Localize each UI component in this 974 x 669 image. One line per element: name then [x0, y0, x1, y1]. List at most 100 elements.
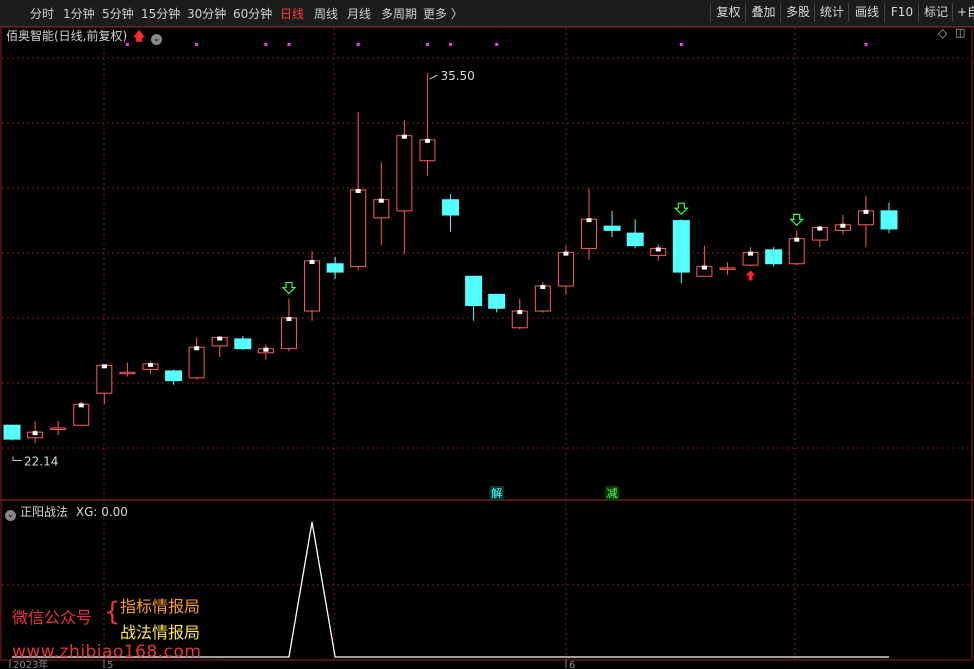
period-tab-10[interactable]: 更多 〉	[423, 5, 463, 22]
candle-body-23	[534, 285, 551, 312]
close-marker-9	[217, 336, 223, 341]
low-pointer	[12, 456, 22, 462]
toolbar-button-0[interactable]: 复权	[710, 3, 746, 22]
period-toolbar: 分时 1分钟 5分钟 15分钟 30分钟 60分钟 日线 周线 月线 多周期 更多 〉 复权 叠加 多股统…	[0, 0, 974, 27]
candle-body-2	[50, 427, 67, 430]
period-tab-5[interactable]: 60分钟	[233, 5, 272, 22]
toolbar-button-6[interactable]: 标记	[918, 3, 953, 22]
candle-body-5	[119, 371, 136, 375]
main-panel-border	[0, 26, 973, 501]
close-marker-36	[840, 223, 846, 228]
close-marker-24	[563, 251, 569, 256]
period-tab-9[interactable]: 多周期	[381, 5, 417, 22]
period-tab-8[interactable]: 月线	[347, 5, 371, 22]
close-marker-16	[378, 198, 384, 203]
candle-body-15	[350, 189, 367, 268]
diamond-icon[interactable]: ◇	[938, 26, 947, 40]
close-marker-22	[517, 310, 523, 315]
toolbar-button-3[interactable]: 统计	[814, 3, 849, 22]
dropdown-icon[interactable]: ⌄	[151, 34, 163, 45]
stock-title: 佰奥智能(日线,前复权)	[6, 29, 128, 43]
period-tab-1[interactable]: 1分钟	[63, 5, 95, 22]
dot-marker-9	[864, 43, 868, 46]
signal-down-arrow-0	[281, 281, 297, 295]
watermark-brace: {	[104, 597, 121, 627]
dot-marker-1	[195, 43, 199, 46]
close-marker-1	[32, 431, 38, 436]
toolbar-button-7[interactable]: +自	[952, 3, 974, 22]
dot-marker-5	[425, 43, 429, 46]
close-marker-34	[794, 237, 800, 242]
rights-up-icon[interactable]: 🡅	[133, 29, 145, 43]
watermark-line1: 指标情报局	[120, 597, 201, 616]
close-marker-13	[309, 259, 315, 264]
dot-marker-6	[449, 43, 453, 46]
close-marker-35	[817, 226, 823, 231]
toolbar-button-2[interactable]: 多股	[780, 3, 815, 22]
candle-body-13	[304, 260, 321, 312]
candle-body-17	[396, 135, 413, 212]
candle-body-25	[581, 218, 597, 249]
candle-body-31	[719, 267, 736, 270]
candle-body-12	[280, 317, 297, 350]
candle-body-38	[880, 210, 898, 230]
indicator-name: 正阳战法	[20, 505, 69, 519]
candle-body-14	[326, 263, 344, 273]
candle-body-3	[73, 403, 90, 426]
signal-down-arrow-2	[789, 213, 805, 227]
period-tab-0[interactable]: 分时	[30, 5, 54, 22]
watermark-line2: 战法情报局	[120, 623, 201, 642]
candle-body-33	[765, 249, 783, 265]
close-marker-37	[863, 209, 869, 214]
event-marker-0: 解	[491, 486, 502, 500]
close-marker-30	[701, 265, 707, 270]
toolbar-button-4[interactable]: 画线	[848, 3, 885, 22]
close-marker-12	[286, 317, 292, 322]
watermark-url: www.zhibiao168.com	[12, 642, 202, 662]
period-tab-4[interactable]: 30分钟	[187, 5, 226, 22]
candlestick-chart: 35.5022.14解 减2023年 5 6	[0, 26, 974, 669]
candle-body-19	[442, 199, 460, 216]
candle-body-34	[788, 238, 805, 265]
period-tab-6[interactable]: 日线	[280, 5, 304, 22]
watermark-wechat: 微信公众号	[12, 608, 93, 627]
signal-down-arrow-1	[673, 202, 689, 216]
indicator-value: XG: 0.00	[75, 505, 128, 519]
close-marker-8	[194, 346, 200, 351]
toolbar-button-5[interactable]: F10	[884, 3, 919, 22]
dot-marker-2	[264, 43, 268, 46]
close-marker-23	[540, 285, 546, 290]
dot-marker-7	[495, 43, 499, 46]
dot-marker-4	[356, 43, 360, 46]
candle-body-24	[557, 252, 574, 287]
period-tab-2[interactable]: 5分钟	[102, 5, 134, 22]
dot-marker-8	[679, 43, 683, 46]
close-marker-3	[78, 403, 84, 408]
candle-body-4	[96, 364, 113, 394]
close-marker-18	[424, 138, 430, 143]
high-pointer	[429, 74, 438, 80]
close-marker-15	[355, 188, 361, 193]
candle-body-20	[465, 275, 483, 306]
indicator-dropdown-icon[interactable]: ⌄	[5, 510, 16, 521]
low-price-label: 22.14	[24, 455, 58, 469]
stock-title-group: 佰奥智能(日线,前复权) 🡅 ⌄	[6, 27, 163, 48]
event-marker-1: 减	[607, 487, 618, 500]
period-tab-3[interactable]: 15分钟	[141, 5, 180, 22]
x-axis-label-2: 6	[569, 660, 575, 669]
candle-body-18	[419, 139, 436, 162]
close-marker-6	[147, 362, 153, 367]
candle-body-10	[234, 338, 252, 350]
panel-settings-icon[interactable]: ◫	[955, 26, 965, 39]
candle-body-21	[488, 293, 506, 309]
toolbar-button-1[interactable]: 叠加	[745, 3, 781, 22]
period-tab-7[interactable]: 周线	[314, 5, 338, 22]
close-marker-11	[263, 347, 269, 352]
close-marker-25	[586, 218, 592, 223]
candle-body-7	[165, 370, 183, 382]
candle-body-29	[672, 220, 690, 273]
indicator-title-group: ⌄ 正阳战法 XG: 0.00	[5, 503, 128, 521]
dot-marker-3	[287, 43, 291, 46]
candle-body-27	[626, 232, 644, 247]
close-marker-17	[401, 134, 407, 139]
